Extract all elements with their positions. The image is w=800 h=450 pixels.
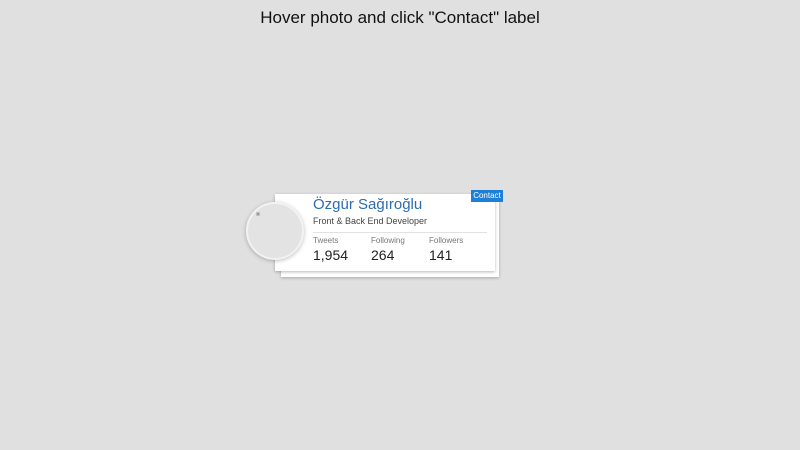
profile-role: Front & Back End Developer xyxy=(313,216,428,226)
contact-button[interactable]: Contact xyxy=(471,190,503,202)
broken-image-icon xyxy=(256,212,260,216)
profile-photo[interactable] xyxy=(246,202,304,260)
stat-label: Following xyxy=(371,236,405,245)
stat-following: Following 264 xyxy=(371,236,405,264)
instruction-heading: Hover photo and click "Contact" label xyxy=(260,8,540,27)
stat-label: Tweets xyxy=(313,236,339,245)
stat-tweets: Tweets 1,954 xyxy=(313,236,348,264)
stat-value: 264 xyxy=(371,247,395,263)
stat-value: 1,954 xyxy=(313,247,349,263)
profile-name: Özgür Sağıroğlu xyxy=(313,196,423,213)
stat-followers: Followers 141 xyxy=(429,236,463,264)
divider xyxy=(313,232,487,233)
stat-value: 141 xyxy=(429,247,453,263)
stat-label: Followers xyxy=(429,236,464,245)
